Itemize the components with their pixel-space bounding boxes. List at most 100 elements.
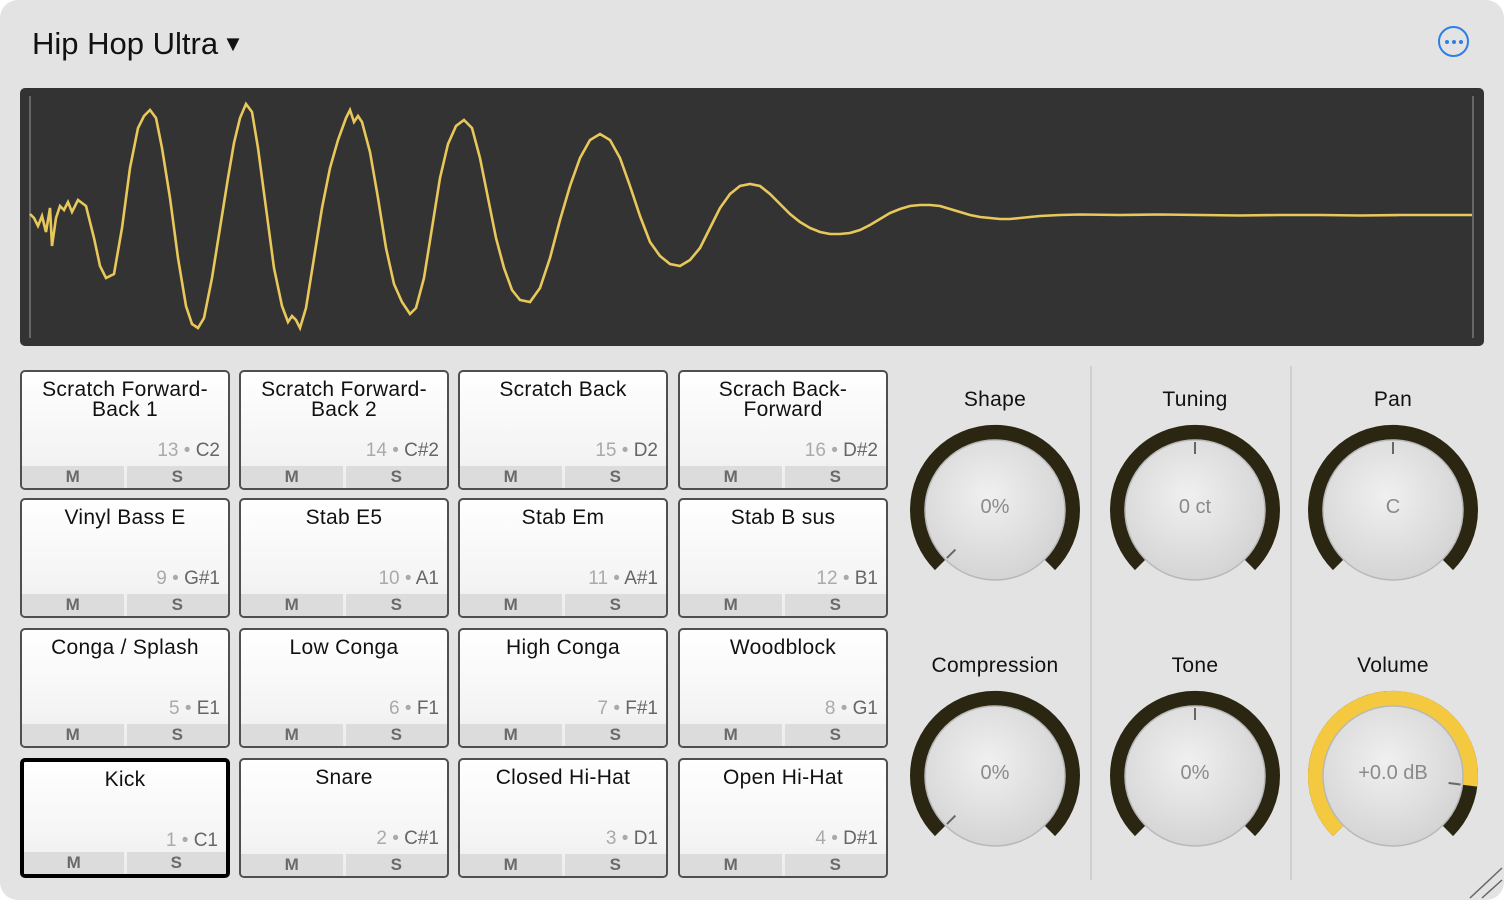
mute-button[interactable]: M xyxy=(460,594,562,616)
mute-solo-bar: MS xyxy=(22,466,228,488)
drum-pad[interactable]: Closed Hi-Hat 3 • D1 M S xyxy=(458,758,668,878)
mute-button[interactable]: M xyxy=(241,594,343,616)
mute-solo-bar: MS xyxy=(241,466,447,488)
knob-tuning[interactable]: Tuning 0 ct xyxy=(1095,366,1295,626)
solo-button[interactable]: S xyxy=(126,466,228,488)
knob-value: +0.0 dB xyxy=(1358,762,1428,784)
drum-pad[interactable]: Open Hi-Hat 4 • D#1 M S xyxy=(678,758,888,878)
pad-note-name: C#1 xyxy=(404,828,439,849)
knob-shape[interactable]: Shape 0% xyxy=(895,366,1095,626)
pad-dot: • xyxy=(831,440,838,461)
drum-machine-window: Hip Hop Ultra ▼ Scratch Forward-Back 1 13… xyxy=(0,0,1504,900)
ellipsis-circle-icon[interactable] xyxy=(1438,26,1469,57)
solo-button[interactable]: S xyxy=(564,594,666,616)
pad-note-name: D1 xyxy=(633,828,658,849)
solo-button[interactable]: S xyxy=(345,466,447,488)
pad-name: Stab Em xyxy=(521,506,605,529)
drum-pad[interactable]: Vinyl Bass E 9 • G#1 M S xyxy=(20,498,230,618)
drum-pad[interactable]: Stab Em 11 • A#1 M S xyxy=(458,498,668,618)
mute-button[interactable]: M xyxy=(680,724,782,746)
drum-pad[interactable]: Scratch Back 15 • D2 M S xyxy=(458,370,668,490)
pad-note: 6 • F1 xyxy=(389,698,439,720)
mute-solo-bar: MS xyxy=(680,724,886,746)
mute-button[interactable]: M xyxy=(680,466,782,488)
solo-button[interactable]: S xyxy=(784,466,886,488)
solo-button[interactable]: S xyxy=(564,854,666,876)
drum-pad[interactable]: Stab E5 10 • A1 M S xyxy=(239,498,449,618)
drum-pad[interactable]: Scrach Back-Forward 16 • D#2 M S xyxy=(678,370,888,490)
pad-dot: • xyxy=(392,440,399,461)
solo-button[interactable]: S xyxy=(345,724,447,746)
solo-button[interactable]: S xyxy=(564,724,666,746)
knob-label: Pan xyxy=(1373,388,1413,411)
mute-button[interactable]: M xyxy=(22,724,124,746)
drum-pad[interactable]: Kick 1 • C1 M S xyxy=(20,758,230,878)
mute-button[interactable]: M xyxy=(680,854,782,876)
pad-dot: • xyxy=(621,440,629,461)
knob-pan[interactable]: Pan C xyxy=(1293,366,1493,626)
knob-label: Tone xyxy=(1171,654,1219,677)
knob-value: 0% xyxy=(980,496,1010,518)
pad-dot: • xyxy=(831,828,838,849)
pad-note: 4 • D#1 xyxy=(815,828,878,850)
pad-dot: • xyxy=(184,698,192,719)
mute-button[interactable]: M xyxy=(241,724,343,746)
knob-tone[interactable]: Tone 0% xyxy=(1095,632,1295,892)
pad-note: 2 • C#1 xyxy=(376,828,439,850)
solo-button[interactable]: S xyxy=(345,854,447,876)
pad-note-name: D#1 xyxy=(843,828,878,849)
dropdown-caret-icon: ▼ xyxy=(222,31,244,56)
mute-solo-bar: MS xyxy=(241,724,447,746)
solo-button[interactable]: S xyxy=(126,852,226,874)
knob-label: Compression xyxy=(931,654,1059,677)
pad-note-name: A1 xyxy=(415,568,439,589)
pad-note: 15 • D2 xyxy=(595,440,658,462)
drum-pad[interactable]: Snare 2 • C#1 M S xyxy=(239,758,449,878)
solo-button[interactable]: S xyxy=(784,594,886,616)
mute-button[interactable]: M xyxy=(460,724,562,746)
drum-pad[interactable]: High Conga 7 • F#1 M S xyxy=(458,628,668,748)
drum-pad[interactable]: Stab B sus 12 • B1 M S xyxy=(678,498,888,618)
waveform-display xyxy=(20,88,1484,346)
pad-dot: • xyxy=(621,828,629,849)
drum-pad[interactable]: Scratch Forward-Back 1 13 • C2 M S xyxy=(20,370,230,490)
mute-button[interactable]: M xyxy=(22,594,124,616)
mute-solo-bar: MS xyxy=(22,724,228,746)
pad-note: 12 • B1 xyxy=(816,568,878,590)
drum-pad[interactable]: Low Conga 6 • F1 M S xyxy=(239,628,449,748)
solo-button[interactable]: S xyxy=(345,594,447,616)
mute-button[interactable]: M xyxy=(22,466,124,488)
pad-name: Vinyl Bass E xyxy=(64,506,186,529)
knob-volume[interactable]: Volume +0.0 dB xyxy=(1293,632,1493,892)
pad-name: Conga / Splash xyxy=(51,636,199,659)
solo-button[interactable]: S xyxy=(784,854,886,876)
pad-number: 12 xyxy=(816,568,838,589)
pad-number: 5 xyxy=(168,698,180,719)
solo-button[interactable]: S xyxy=(564,466,666,488)
mute-solo-bar: MS xyxy=(241,854,447,876)
mute-button[interactable]: M xyxy=(241,466,343,488)
mute-solo-bar: MS xyxy=(680,466,886,488)
mute-button[interactable]: M xyxy=(680,594,782,616)
pad-note: 3 • D1 xyxy=(606,828,658,850)
mute-solo-bar: MS xyxy=(22,594,228,616)
resize-grip-icon[interactable] xyxy=(1464,862,1504,900)
knob-compression[interactable]: Compression 0% xyxy=(895,632,1095,892)
pad-number: 7 xyxy=(597,698,609,719)
mute-button[interactable]: M xyxy=(460,854,562,876)
pad-dot: • xyxy=(172,568,179,589)
knob-value: 0 ct xyxy=(1178,496,1212,518)
pad-note: 11 • A#1 xyxy=(588,568,658,590)
drum-pad[interactable]: Scratch Forward-Back 2 14 • C#2 M S xyxy=(239,370,449,490)
solo-button[interactable]: S xyxy=(784,724,886,746)
pad-number: 15 xyxy=(595,440,617,461)
mute-button[interactable]: M xyxy=(24,852,124,874)
drum-pad[interactable]: Conga / Splash 5 • E1 M S xyxy=(20,628,230,748)
solo-button[interactable]: S xyxy=(126,594,228,616)
mute-solo-bar: MS xyxy=(460,724,666,746)
solo-button[interactable]: S xyxy=(126,724,228,746)
drum-pad[interactable]: Woodblock 8 • G1 M S xyxy=(678,628,888,748)
preset-selector[interactable]: Hip Hop Ultra ▼ xyxy=(32,24,244,64)
mute-button[interactable]: M xyxy=(460,466,562,488)
mute-button[interactable]: M xyxy=(241,854,343,876)
